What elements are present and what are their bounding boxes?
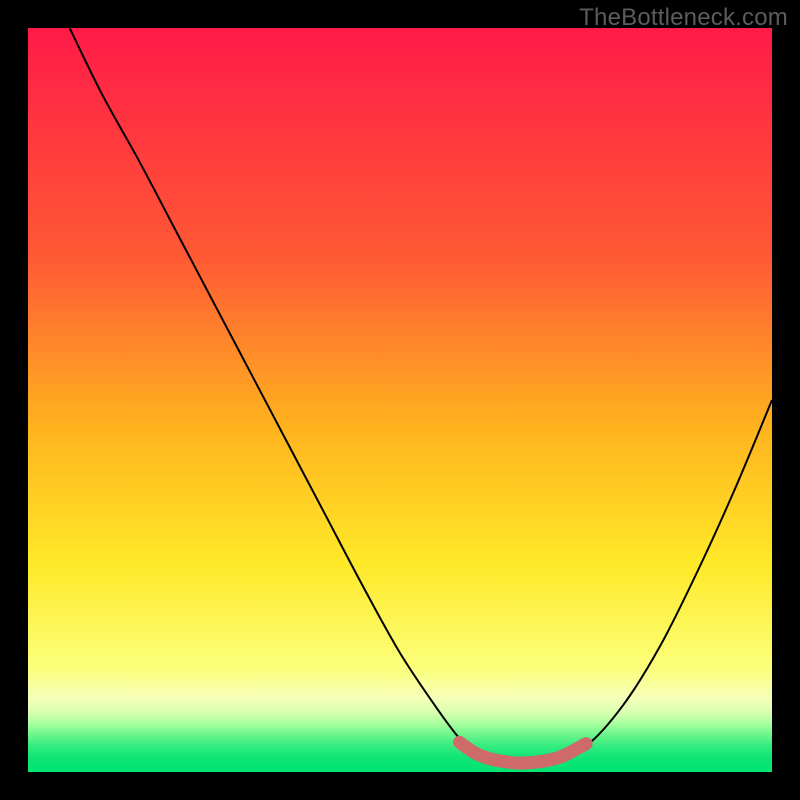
highlight-endpoint	[580, 737, 593, 750]
chart-frame: TheBottleneck.com	[0, 0, 800, 800]
gradient-background	[28, 28, 772, 772]
plot-svg	[28, 28, 772, 772]
plot-area	[28, 28, 772, 772]
